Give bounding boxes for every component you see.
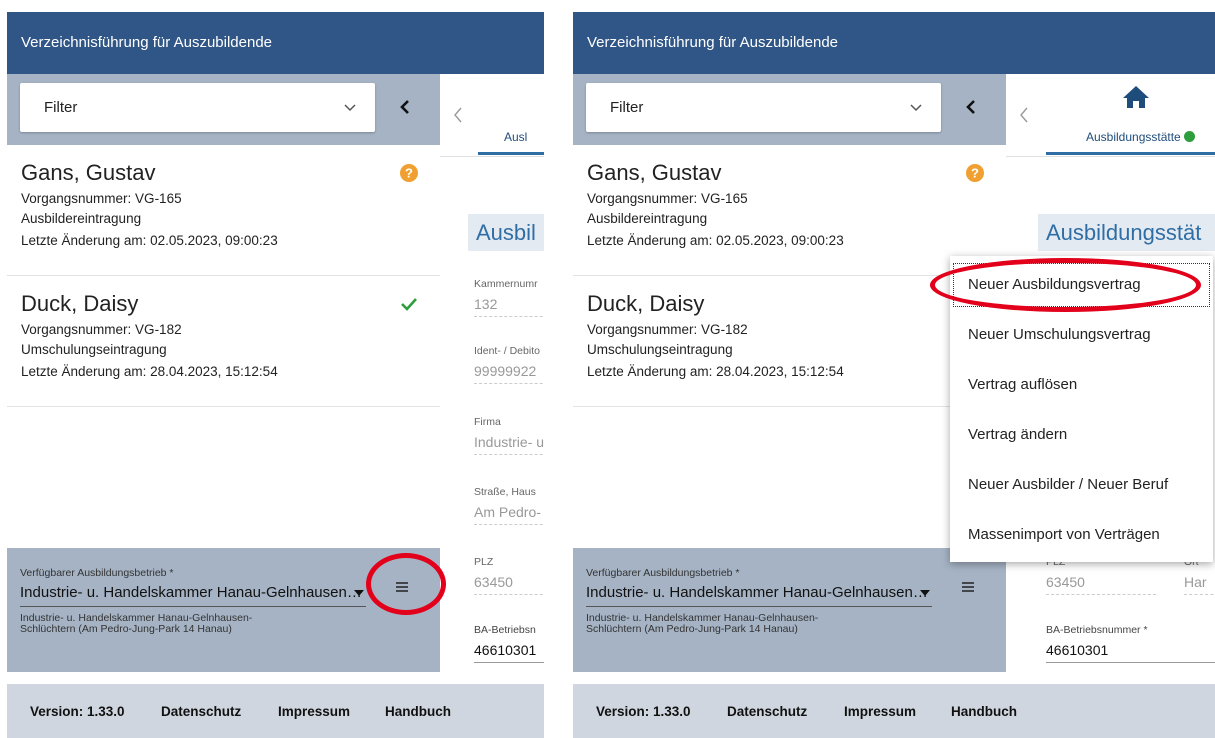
tab-bar: Ausbildungsstätte (1006, 74, 1215, 157)
footer: Version: 1.33.0 Datenschutz Impressum Ha… (7, 684, 544, 738)
field-ident: Ident- / Debito 99999922 (474, 345, 544, 384)
chevron-down-icon (910, 104, 922, 112)
field-plz: PLZ 63450 (474, 556, 544, 595)
footer: Version: 1.33.0 Datenschutz Impressum Ha… (573, 684, 1215, 738)
entry-name: Duck, Daisy (587, 291, 705, 316)
entry-type: Umschulungseintragung (21, 342, 167, 357)
betrieb-address: Industrie- u. Handelskammer Hanau-Gelnha… (20, 612, 253, 635)
footer-impressum-link[interactable]: Impressum (844, 704, 916, 719)
app-header: Verzeichnisführung für Auszubildende (7, 12, 544, 74)
entry-changed: Letzte Änderung am: 28.04.2023, 15:12:54 (587, 364, 844, 379)
collapse-sidebar-button[interactable] (956, 92, 986, 122)
screenshot-panel-left: Verzeichnisführung für Auszubildende Fil… (7, 12, 544, 738)
entry-changed: Letzte Änderung am: 02.05.2023, 09:00:23 (21, 233, 278, 248)
entry-name: Gans, Gustav (587, 160, 722, 185)
main-content: Ausl Ausbil Kammernumr 132 Ident- / Debit… (440, 74, 544, 684)
betrieb-label: Verfügbarer Ausbildungsbetrieb * (20, 567, 174, 579)
app-title: Verzeichnisführung für Auszubildende (587, 34, 839, 51)
chevron-down-icon (344, 104, 356, 112)
betrieb-selected: Industrie- u. Handelskammer Hanau-Gelnha… (20, 584, 362, 601)
filter-label: Filter (610, 99, 644, 116)
entry-vorgang: Vorgangsnummer: VG-182 (587, 322, 748, 337)
ausbildungsbetrieb-area: Verfügbarer Ausbildungsbetrieb * Industr… (573, 548, 1006, 672)
menu-item-neuer-ausbilder[interactable]: Neuer Ausbilder / Neuer Beruf (950, 460, 1213, 510)
dropdown-arrow-icon (354, 590, 364, 596)
section-title: Ausbil (468, 214, 544, 251)
question-icon: ? (400, 164, 418, 182)
status-dot-icon (1183, 131, 1195, 142)
app-header: Verzeichnisführung für Auszubildende (573, 12, 1215, 74)
checkmark-icon (401, 298, 417, 311)
tab-bar: Ausl (440, 74, 544, 157)
entry-name: Duck, Daisy (21, 291, 139, 316)
footer-handbuch-link[interactable]: Handbuch (951, 704, 1017, 719)
section-title: Ausbildungsstät (1038, 214, 1215, 251)
betrieb-address: Industrie- u. Handelskammer Hanau-Gelnha… (586, 612, 819, 635)
app-title: Verzeichnisführung für Auszubildende (21, 34, 273, 51)
question-icon: ? (966, 164, 984, 182)
entry-type: Umschulungseintragung (587, 342, 733, 357)
sidebar: Filter Gans, Gustav Vorgangsnummer: VG-1… (573, 74, 1006, 684)
entry-vorgang: Vorgangsnummer: VG-165 (21, 191, 182, 206)
list-item[interactable]: Gans, Gustav Vorgangsnummer: VG-165 Ausb… (7, 145, 440, 276)
home-icon (1123, 86, 1149, 108)
field-kammernummer: Kammernumr 132 (474, 278, 544, 317)
tab-ausbildungsstaette[interactable]: Ausl (504, 130, 527, 144)
field-strasse: Straße, Haus Am Pedro- (474, 486, 544, 525)
list-item[interactable]: Duck, Daisy Vorgangsnummer: VG-182 Umsch… (7, 276, 440, 407)
menu-item-neuer-umschulungsvertrag[interactable]: Neuer Umschulungsvertrag (950, 310, 1213, 360)
field-firma: Firma Industrie- u (474, 416, 544, 455)
entry-vorgang: Vorgangsnummer: VG-182 (21, 322, 182, 337)
betrieb-selected: Industrie- u. Handelskammer Hanau-Gelnha… (586, 584, 928, 601)
footer-version: Version: 1.33.0 (30, 704, 125, 719)
entry-type: Ausbildereintragung (21, 211, 142, 226)
svg-text:?: ? (405, 166, 413, 181)
highlight-circle (366, 553, 446, 615)
footer-version: Version: 1.33.0 (596, 704, 691, 719)
filter-area: Filter (573, 74, 1006, 145)
hamburger-menu-icon[interactable] (957, 576, 979, 598)
footer-datenschutz-link[interactable]: Datenschutz (161, 704, 241, 719)
screenshot-panel-right: Verzeichnisführung für Auszubildende Fil… (573, 12, 1215, 738)
entry-changed: Letzte Änderung am: 28.04.2023, 15:12:54 (21, 364, 278, 379)
tab-ausbildungsstaette[interactable]: Ausbildungsstätte (1086, 130, 1195, 144)
svg-text:?: ? (971, 166, 979, 181)
tab-prev-icon[interactable] (450, 104, 466, 126)
field-ba-betriebsnummer[interactable]: BA-Betriebsnummer * 46610301 (1046, 624, 1215, 663)
entry-changed: Letzte Änderung am: 02.05.2023, 09:00:23 (587, 233, 844, 248)
filter-label: Filter (44, 99, 78, 116)
dropdown-arrow-icon (920, 590, 930, 596)
menu-item-massenimport[interactable]: Massenimport von Verträgen (950, 510, 1213, 560)
tab-active-indicator (478, 152, 544, 155)
entry-name: Gans, Gustav (21, 160, 156, 185)
betrieb-label: Verfügbarer Ausbildungsbetrieb * (586, 567, 740, 579)
collapse-sidebar-button[interactable] (390, 92, 420, 122)
tab-prev-icon[interactable] (1016, 104, 1032, 126)
field-ba-betriebsnummer[interactable]: BA-Betriebsn 46610301 (474, 624, 544, 663)
footer-handbuch-link[interactable]: Handbuch (385, 704, 451, 719)
footer-datenschutz-link[interactable]: Datenschutz (727, 704, 807, 719)
menu-item-vertrag-aufloesen[interactable]: Vertrag auflösen (950, 360, 1213, 410)
filter-dropdown[interactable]: Filter (586, 83, 941, 132)
betrieb-select[interactable]: Industrie- u. Handelskammer Hanau-Gelnha… (586, 584, 932, 607)
footer-impressum-link[interactable]: Impressum (278, 704, 350, 719)
filter-area: Filter (7, 74, 440, 145)
betrieb-select[interactable]: Industrie- u. Handelskammer Hanau-Gelnha… (20, 584, 366, 607)
entry-type: Ausbildereintragung (587, 211, 708, 226)
highlight-ellipse (930, 258, 1201, 312)
list-item[interactable]: Gans, Gustav Vorgangsnummer: VG-165 Ausb… (573, 145, 1006, 276)
menu-item-vertrag-aendern[interactable]: Vertrag ändern (950, 410, 1213, 460)
tab-active-indicator (1046, 152, 1215, 155)
filter-dropdown[interactable]: Filter (20, 83, 375, 132)
entry-vorgang: Vorgangsnummer: VG-165 (587, 191, 748, 206)
